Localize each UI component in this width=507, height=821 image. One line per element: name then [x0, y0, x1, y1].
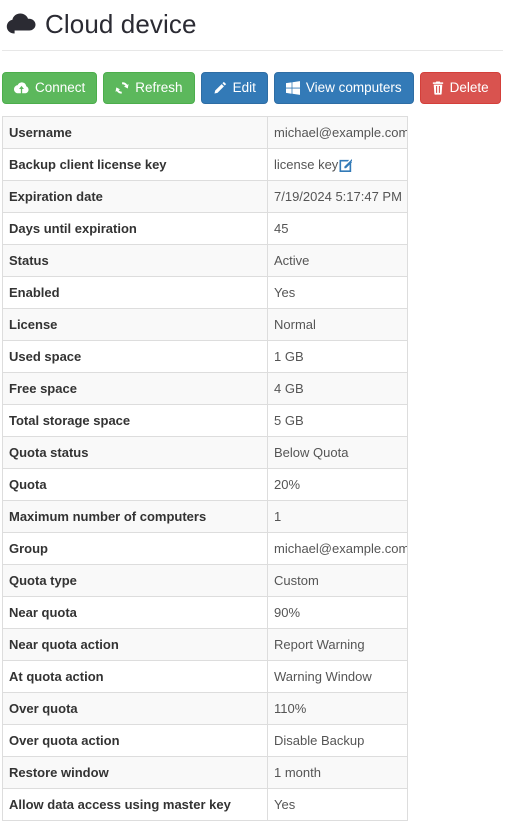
delete-button[interactable]: Delete: [419, 72, 501, 104]
cloud-icon: [6, 13, 36, 34]
detail-value: Disable Backup: [267, 724, 408, 757]
detail-value: michael@example.com: [267, 532, 408, 565]
table-row: Enabled Yes: [2, 276, 408, 309]
detail-label: Username: [2, 116, 268, 149]
detail-value: Below Quota: [267, 436, 408, 469]
detail-label: Free space: [2, 372, 268, 405]
detail-label: Backup client license key: [2, 148, 268, 181]
table-row: Restore window 1 month: [2, 756, 408, 789]
table-row: Days until expiration 45: [2, 212, 408, 245]
edit-button-label: Edit: [232, 80, 256, 96]
refresh-icon: [115, 82, 129, 94]
detail-label: Days until expiration: [2, 212, 268, 245]
table-row: At quota action Warning Window: [2, 660, 408, 693]
detail-value: 20%: [267, 468, 408, 501]
detail-value: 7/19/2024 5:17:47 PM: [267, 180, 408, 213]
detail-label: Enabled: [2, 276, 268, 309]
page-title: Cloud device: [45, 9, 197, 39]
detail-value: 1 month: [267, 756, 408, 789]
detail-label: Near quota: [2, 596, 268, 629]
detail-label: Expiration date: [2, 180, 268, 213]
detail-label: Maximum number of computers: [2, 500, 268, 533]
table-row: Free space 4 GB: [2, 372, 408, 405]
detail-value: Custom: [267, 564, 408, 597]
detail-value: 1 GB: [267, 340, 408, 373]
table-row: Allow data access using master key Yes: [2, 788, 408, 821]
detail-value-wrap: license key: [274, 157, 353, 172]
table-row: Over quota 110%: [2, 692, 408, 725]
detail-label: Allow data access using master key: [2, 788, 268, 821]
detail-value: license key: [267, 148, 408, 181]
device-details-body: Username michael@example.com Backup client…: [2, 116, 408, 821]
detail-value-text: license key: [274, 157, 339, 172]
detail-label: License: [2, 308, 268, 341]
table-row: Username michael@example.com: [2, 116, 408, 149]
detail-value: 90%: [267, 596, 408, 629]
page-header: Cloud device: [0, 0, 507, 44]
detail-value: michael@example.com: [267, 116, 408, 149]
detail-value: Active: [267, 244, 408, 277]
refresh-button-label: Refresh: [135, 80, 183, 96]
cloud-download-icon: [14, 82, 29, 94]
table-row: Group michael@example.com: [2, 532, 408, 565]
detail-label: Quota status: [2, 436, 268, 469]
detail-value: Report Warning: [267, 628, 408, 661]
table-row: Quota 20%: [2, 468, 408, 501]
edit-square-icon[interactable]: [339, 159, 353, 172]
table-row: License Normal: [2, 308, 408, 341]
detail-label: Over quota: [2, 692, 268, 725]
table-row: Near quota 90%: [2, 596, 408, 629]
detail-value: Yes: [267, 788, 408, 821]
detail-value: 45: [267, 212, 408, 245]
detail-label: Over quota action: [2, 724, 268, 757]
detail-value: Warning Window: [267, 660, 408, 693]
action-toolbar: Connect Refresh Edit View computers Dele…: [0, 51, 507, 104]
view-computers-button[interactable]: View computers: [273, 72, 414, 104]
connect-button[interactable]: Connect: [2, 72, 98, 104]
detail-label: Status: [2, 244, 268, 277]
table-row: Near quota action Report Warning: [2, 628, 408, 661]
detail-value: 5 GB: [267, 404, 408, 437]
detail-value: Normal: [267, 308, 408, 341]
detail-label: Group: [2, 532, 268, 565]
table-row: Maximum number of computers 1: [2, 500, 408, 533]
table-row: Quota type Custom: [2, 564, 408, 597]
pencil-icon: [214, 81, 226, 94]
detail-label: Near quota action: [2, 628, 268, 661]
delete-button-label: Delete: [449, 80, 489, 96]
detail-label: Restore window: [2, 756, 268, 789]
detail-value: Yes: [267, 276, 408, 309]
detail-value: 110%: [267, 692, 408, 725]
detail-label: Quota: [2, 468, 268, 501]
table-row: Total storage space 5 GB: [2, 404, 408, 437]
table-row: Backup client license key license key: [2, 148, 408, 181]
refresh-button[interactable]: Refresh: [103, 72, 195, 104]
detail-value: 1: [267, 500, 408, 533]
detail-label: At quota action: [2, 660, 268, 693]
detail-label: Quota type: [2, 564, 268, 597]
connect-button-label: Connect: [35, 80, 86, 96]
windows-icon: [285, 81, 300, 95]
table-row: Expiration date 7/19/2024 5:17:47 PM: [2, 180, 408, 213]
trash-icon: [432, 81, 443, 95]
detail-value: 4 GB: [267, 372, 408, 405]
edit-button[interactable]: Edit: [200, 72, 268, 104]
detail-label: Total storage space: [2, 404, 268, 437]
table-row: Quota status Below Quota: [2, 436, 408, 469]
table-row: Used space 1 GB: [2, 340, 408, 373]
device-details-table: Username michael@example.com Backup client…: [2, 116, 408, 821]
view-computers-button-label: View computers: [305, 80, 402, 96]
table-row: Status Active: [2, 244, 408, 277]
detail-label: Used space: [2, 340, 268, 373]
table-row: Over quota action Disable Backup: [2, 724, 408, 757]
